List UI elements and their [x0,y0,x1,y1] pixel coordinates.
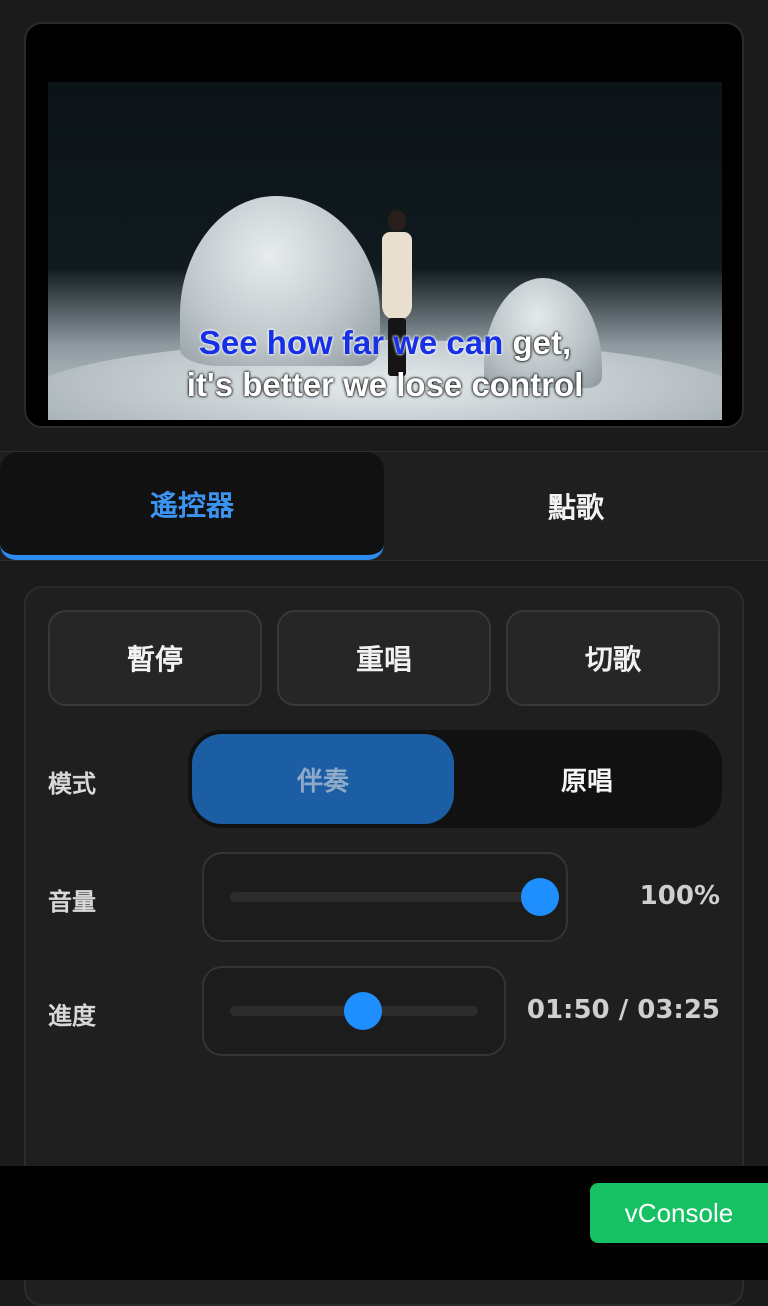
skip-button[interactable]: 切歌 [506,610,720,706]
lyrics-overlay: See how far we can get, it's better we l… [48,322,722,406]
volume-value: 100% [639,881,720,911]
vconsole-button[interactable]: vConsole [590,1183,768,1243]
tab-remote[interactable]: 遙控器 [0,452,384,560]
progress-slider-thumb[interactable] [344,992,383,1030]
mode-option-accompaniment[interactable]: 伴奏 [192,734,454,824]
progress-track[interactable] [230,992,478,1030]
tab-song-request[interactable]: 點歌 [384,452,768,560]
mode-toggle: 伴奏 原唱 [188,730,722,828]
lyric-line-1: See how far we can get, [48,322,722,364]
progress-value: 01:50 / 03:25 [526,995,720,1025]
tab-bar: 遙控器 點歌 [0,451,768,561]
video-frame: See how far we can get, it's better we l… [48,82,722,420]
lyric-sung-part: See how far we can [198,324,504,361]
volume-slider-thumb[interactable] [521,878,559,916]
mode-label: 模式 [48,770,96,798]
volume-label: 音量 [48,888,96,916]
progress-slider[interactable] [202,966,506,1056]
pause-button[interactable]: 暫停 [48,610,262,706]
volume-slider[interactable] [202,852,568,942]
video-player[interactable]: See how far we can get, it's better we l… [24,22,744,428]
mode-option-original[interactable]: 原唱 [456,734,718,824]
lyric-line-2: it's better we lose control [186,366,584,403]
lyric-unsung-part: get, [503,324,572,361]
progress-label: 進度 [48,1002,96,1030]
replay-button[interactable]: 重唱 [277,610,491,706]
volume-track[interactable] [230,878,559,916]
